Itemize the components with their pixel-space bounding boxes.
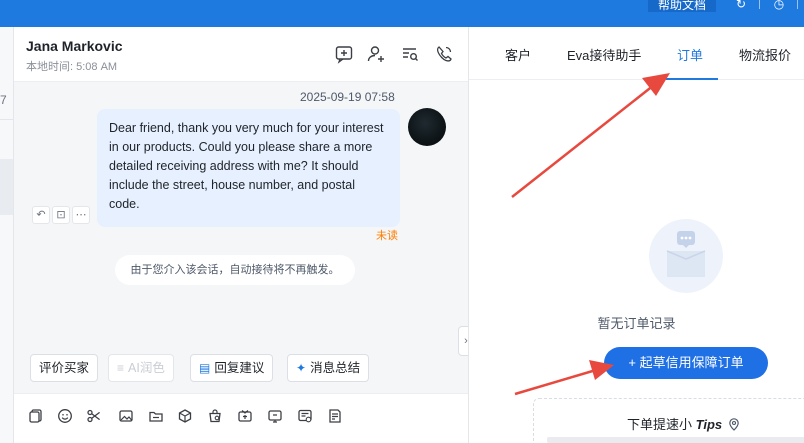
divider: [759, 0, 760, 9]
empty-orders-text: 暂无订单记录: [597, 316, 676, 331]
user-add-icon[interactable]: [366, 44, 386, 64]
rate-buyer-button[interactable]: 评价买家: [30, 354, 99, 382]
divider: [797, 0, 798, 9]
quote-icon[interactable]: ⊡: [52, 206, 70, 224]
add-note-icon[interactable]: [334, 44, 354, 64]
emoji-icon[interactable]: [57, 408, 73, 424]
product-icon[interactable]: [177, 408, 193, 424]
quick-actions: 评价买家 ≡ AI润色 ▤ 回复建议 ✦ 消息总结: [14, 348, 468, 384]
message-area[interactable]: 2025-09-19 07:58 Dear friend, thank you …: [14, 82, 468, 393]
chat-panel: Jana Markovic 本地时间: 5:08 AM 2025-09-19 0…: [14, 27, 468, 443]
tips-title: 下单提速小 Tips: [627, 414, 740, 433]
unread-status: 未读: [376, 230, 398, 242]
side-panel-tabs: 客户 Eva接待助手 订单 物流报价: [469, 27, 804, 80]
side-panel: 客户 Eva接待助手 订单 物流报价 暂无订单记录 + 起草信用保障订单 下单提…: [469, 27, 804, 443]
tips-content-cut: [547, 437, 804, 443]
message-bubble[interactable]: Dear friend, thank you very much for you…: [97, 109, 400, 227]
image-icon[interactable]: [118, 408, 134, 424]
scissors-icon[interactable]: [86, 408, 102, 424]
tab-orders[interactable]: 订单: [677, 45, 703, 64]
reply-suggestion-label: 回复建议: [214, 361, 265, 375]
help-docs-link[interactable]: 帮助文档: [648, 0, 717, 12]
app-window: 帮助文档 ↻ ◷ 7 Jana Markovic 本地时间: 5:08 AM 2…: [0, 0, 804, 443]
top-bar: 帮助文档 ↻ ◷: [0, 0, 804, 27]
system-notice: 由于您介入该会话，自动接待将不再触发。: [115, 255, 355, 285]
input-toolbar: [14, 393, 468, 443]
message-timestamp: 2025-09-19 07:58: [300, 90, 395, 104]
reply-suggestion-icon: ▤: [199, 361, 211, 375]
conversation-list-edge: 7: [0, 27, 14, 443]
search-list-icon[interactable]: [400, 44, 420, 64]
clock-icon[interactable]: ◷: [772, 0, 786, 10]
invoice-icon[interactable]: [297, 408, 313, 424]
selected-conversation-edge[interactable]: [0, 159, 13, 215]
reply-icon[interactable]: ↶: [32, 206, 50, 224]
tab-eva-assistant[interactable]: Eva接待助手: [567, 45, 641, 64]
more-icon[interactable]: ⋯: [72, 206, 90, 224]
contact-name: Jana Markovic: [26, 38, 123, 54]
tab-customer[interactable]: 客户: [505, 45, 531, 64]
rate-buyer-label: 评价买家: [39, 361, 90, 375]
note-icon[interactable]: [327, 408, 343, 424]
folder-icon[interactable]: [148, 408, 164, 424]
draft-credit-order-button[interactable]: + 起草信用保障订单: [604, 347, 768, 379]
coupon-icon[interactable]: [237, 408, 253, 424]
ai-polish-icon: ≡: [117, 361, 125, 375]
divider: [0, 119, 14, 120]
empty-orders-illustration: [649, 219, 723, 293]
phone-icon[interactable]: [434, 44, 454, 64]
screenshot-icon[interactable]: [267, 408, 283, 424]
message-summary-button[interactable]: ✦ 消息总结: [287, 354, 370, 382]
local-time: 本地时间: 5:08 AM: [26, 61, 118, 73]
active-tab-indicator: [666, 78, 718, 80]
message-actions: ↶ ⊡ ⋯: [32, 206, 90, 224]
list-edge-text: 7: [0, 93, 7, 107]
ai-polish-label: AI润色: [128, 361, 165, 375]
message-summary-icon: ✦: [296, 361, 307, 375]
location-pin-icon[interactable]: [728, 418, 740, 431]
ai-polish-button[interactable]: ≡ AI润色: [108, 354, 174, 382]
order-icon[interactable]: [207, 408, 223, 424]
chat-header: Jana Markovic 本地时间: 5:08 AM: [14, 27, 468, 82]
message-summary-label: 消息总结: [310, 361, 361, 375]
tab-logistics-quote[interactable]: 物流报价: [739, 45, 791, 64]
tips-title-italic: Tips: [695, 417, 723, 432]
avatar: [408, 108, 446, 146]
copy-icon[interactable]: [28, 408, 44, 424]
refresh-icon[interactable]: ↻: [734, 0, 748, 10]
reply-suggestion-button[interactable]: ▤ 回复建议: [190, 354, 274, 382]
tips-title-label: 下单提速小: [627, 417, 693, 432]
